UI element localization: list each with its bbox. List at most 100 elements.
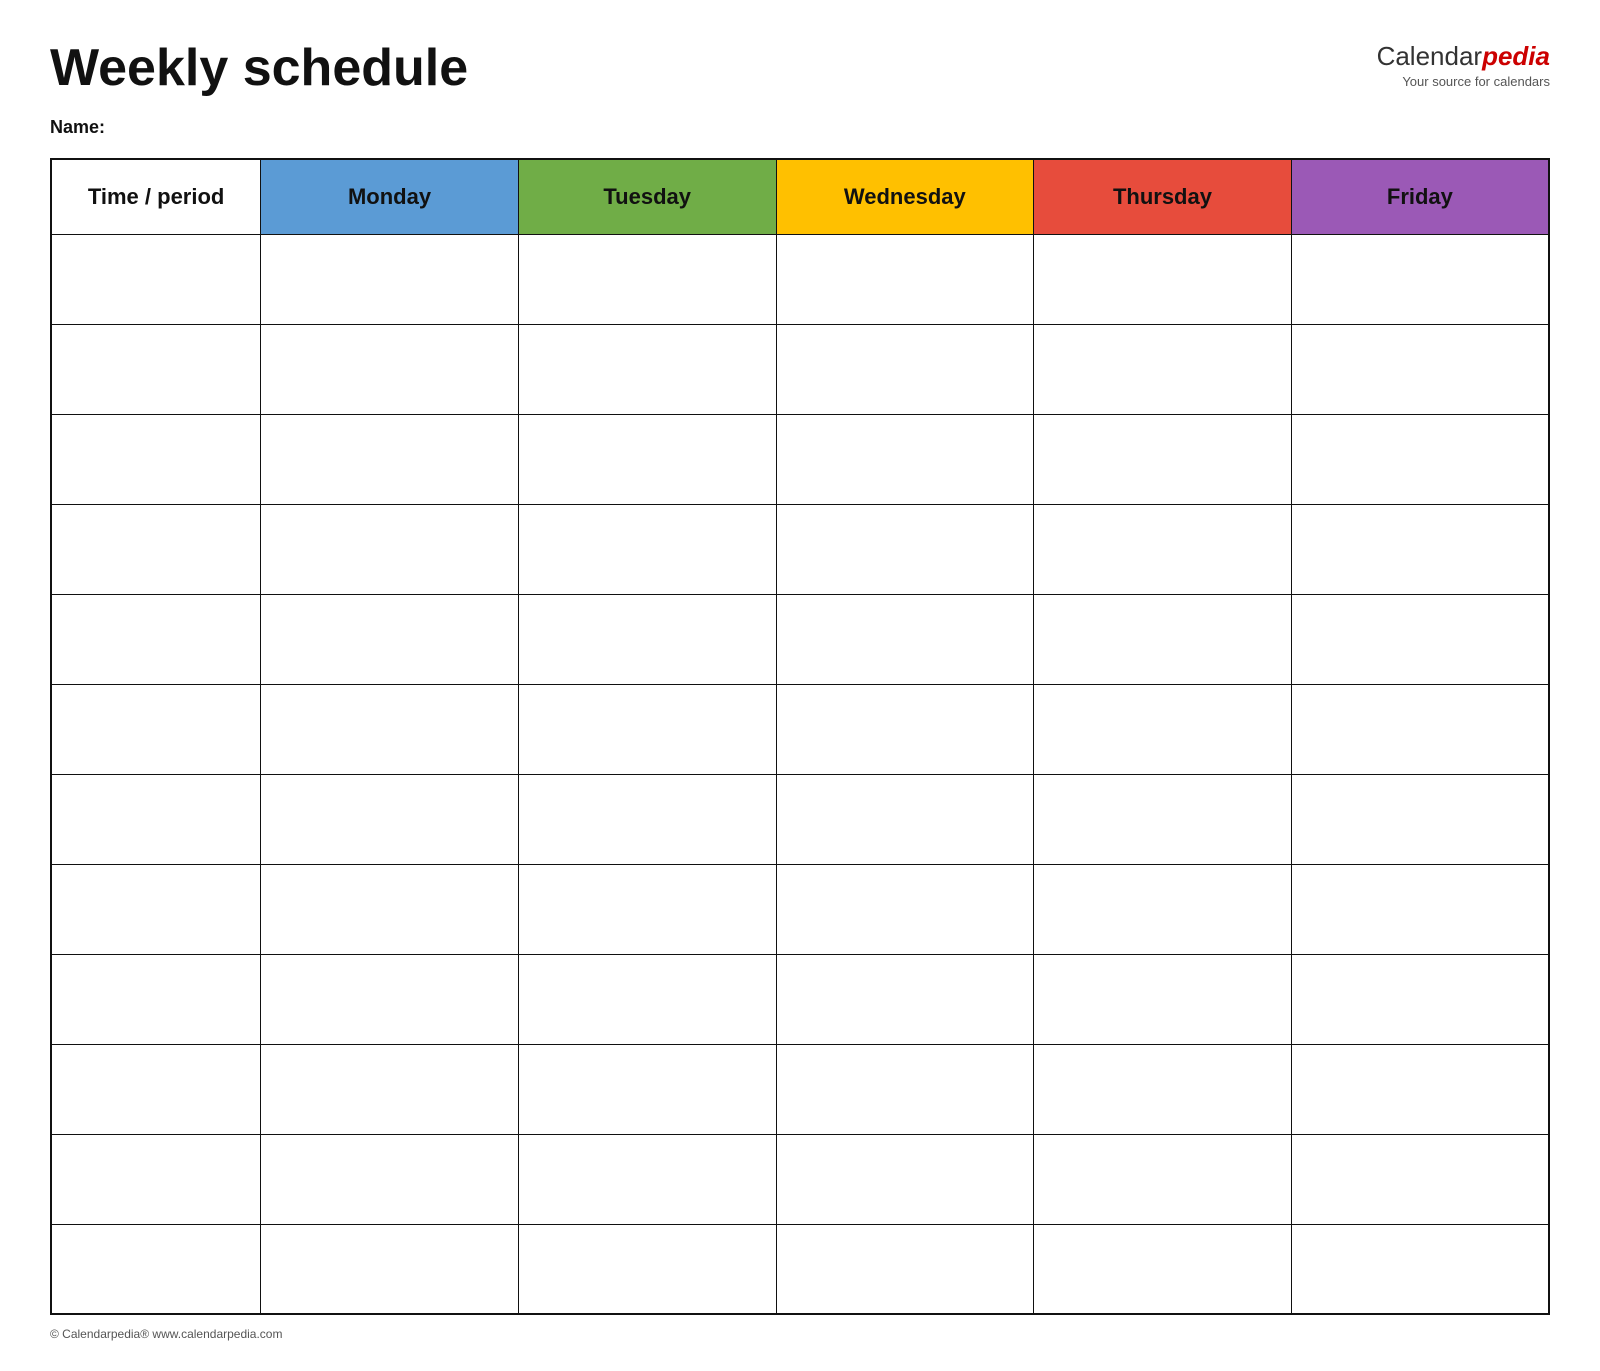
name-label: Name: [50,117,1550,138]
cell-row11-col0[interactable] [51,1134,261,1224]
brand-name: Calendarpedia [1377,40,1550,74]
col-header-thursday: Thursday [1034,159,1292,234]
cell-row8-col2[interactable] [518,864,776,954]
page-title: Weekly schedule [50,40,468,97]
page-header: Weekly schedule Calendarpedia Your sourc… [50,40,1550,97]
brand-tagline: Your source for calendars [1377,74,1550,91]
cell-row6-col3[interactable] [776,684,1034,774]
cell-row6-col2[interactable] [518,684,776,774]
brand-calendar: Calendar [1377,41,1483,71]
table-row [51,954,1549,1044]
table-row [51,1224,1549,1314]
schedule-table: Time / period Monday Tuesday Wednesday T… [50,158,1550,1315]
cell-row10-col3[interactable] [776,1044,1034,1134]
col-header-monday: Monday [261,159,519,234]
cell-row3-col3[interactable] [776,414,1034,504]
table-row [51,684,1549,774]
cell-row10-col5[interactable] [1291,1044,1549,1134]
table-row [51,1134,1549,1224]
table-row [51,324,1549,414]
col-header-wednesday: Wednesday [776,159,1034,234]
cell-row3-col1[interactable] [261,414,519,504]
cell-row10-col4[interactable] [1034,1044,1292,1134]
cell-row5-col0[interactable] [51,594,261,684]
cell-row9-col3[interactable] [776,954,1034,1044]
cell-row9-col2[interactable] [518,954,776,1044]
cell-row1-col5[interactable] [1291,234,1549,324]
cell-row7-col2[interactable] [518,774,776,864]
cell-row2-col4[interactable] [1034,324,1292,414]
cell-row12-col0[interactable] [51,1224,261,1314]
cell-row3-col4[interactable] [1034,414,1292,504]
cell-row12-col3[interactable] [776,1224,1034,1314]
cell-row5-col1[interactable] [261,594,519,684]
cell-row6-col1[interactable] [261,684,519,774]
cell-row2-col0[interactable] [51,324,261,414]
cell-row5-col4[interactable] [1034,594,1292,684]
table-row [51,774,1549,864]
cell-row6-col4[interactable] [1034,684,1292,774]
cell-row8-col5[interactable] [1291,864,1549,954]
cell-row5-col2[interactable] [518,594,776,684]
cell-row4-col4[interactable] [1034,504,1292,594]
cell-row4-col1[interactable] [261,504,519,594]
cell-row1-col0[interactable] [51,234,261,324]
footer-copyright: © Calendarpedia® www.calendarpedia.com [50,1327,1550,1341]
col-header-friday: Friday [1291,159,1549,234]
cell-row3-col2[interactable] [518,414,776,504]
col-header-time: Time / period [51,159,261,234]
cell-row10-col1[interactable] [261,1044,519,1134]
cell-row9-col1[interactable] [261,954,519,1044]
cell-row11-col4[interactable] [1034,1134,1292,1224]
col-header-tuesday: Tuesday [518,159,776,234]
table-header-row: Time / period Monday Tuesday Wednesday T… [51,159,1549,234]
cell-row9-col5[interactable] [1291,954,1549,1044]
table-row [51,864,1549,954]
cell-row4-col3[interactable] [776,504,1034,594]
cell-row1-col2[interactable] [518,234,776,324]
cell-row8-col3[interactable] [776,864,1034,954]
cell-row2-col2[interactable] [518,324,776,414]
cell-row12-col1[interactable] [261,1224,519,1314]
cell-row2-col1[interactable] [261,324,519,414]
cell-row7-col3[interactable] [776,774,1034,864]
cell-row6-col5[interactable] [1291,684,1549,774]
cell-row1-col1[interactable] [261,234,519,324]
table-row [51,414,1549,504]
cell-row5-col3[interactable] [776,594,1034,684]
cell-row11-col1[interactable] [261,1134,519,1224]
cell-row7-col1[interactable] [261,774,519,864]
cell-row1-col3[interactable] [776,234,1034,324]
cell-row2-col5[interactable] [1291,324,1549,414]
table-row [51,234,1549,324]
cell-row8-col4[interactable] [1034,864,1292,954]
cell-row11-col2[interactable] [518,1134,776,1224]
cell-row12-col2[interactable] [518,1224,776,1314]
cell-row7-col0[interactable] [51,774,261,864]
brand-pedia: pedia [1482,41,1550,71]
cell-row9-col0[interactable] [51,954,261,1044]
cell-row9-col4[interactable] [1034,954,1292,1044]
cell-row5-col5[interactable] [1291,594,1549,684]
cell-row2-col3[interactable] [776,324,1034,414]
cell-row8-col0[interactable] [51,864,261,954]
cell-row12-col4[interactable] [1034,1224,1292,1314]
cell-row7-col5[interactable] [1291,774,1549,864]
cell-row3-col0[interactable] [51,414,261,504]
cell-row10-col0[interactable] [51,1044,261,1134]
cell-row11-col5[interactable] [1291,1134,1549,1224]
cell-row11-col3[interactable] [776,1134,1034,1224]
cell-row4-col2[interactable] [518,504,776,594]
cell-row10-col2[interactable] [518,1044,776,1134]
cell-row8-col1[interactable] [261,864,519,954]
cell-row6-col0[interactable] [51,684,261,774]
table-row [51,594,1549,684]
table-row [51,504,1549,594]
cell-row1-col4[interactable] [1034,234,1292,324]
cell-row12-col5[interactable] [1291,1224,1549,1314]
cell-row4-col5[interactable] [1291,504,1549,594]
cell-row7-col4[interactable] [1034,774,1292,864]
cell-row4-col0[interactable] [51,504,261,594]
cell-row3-col5[interactable] [1291,414,1549,504]
table-row [51,1044,1549,1134]
